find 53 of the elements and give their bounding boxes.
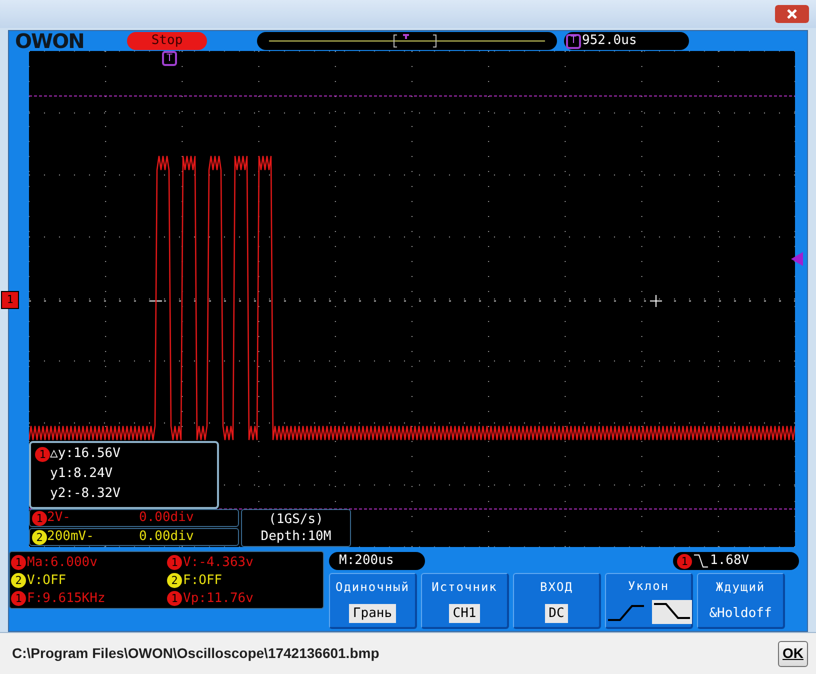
channel-badge: 2 (167, 572, 182, 588)
channel-badge: 2 (11, 572, 26, 588)
cursor-reading: y1:8.24V (49, 465, 114, 483)
channel-badge: 1 (167, 590, 182, 606)
sample-rate: (1GS/s) (268, 511, 324, 528)
menu-value: CH1 (448, 604, 480, 624)
timebase-pill: M:200us (329, 552, 425, 570)
menu-button[interactable]: Источник CH1 (421, 573, 509, 629)
falling-slope-icon[interactable] (652, 600, 692, 624)
trigger-position-marker: T (162, 51, 177, 66)
channel-badge: 1 (11, 590, 26, 606)
channel-badge: 2 (32, 530, 47, 544)
channel-badge: 1 (11, 554, 26, 570)
memory-depth: Depth:10M (260, 528, 332, 545)
menu-label: Ждущий (716, 578, 766, 596)
run-state-indicator: Stop (127, 32, 207, 50)
ok-button[interactable]: OK (778, 640, 808, 666)
menu-button[interactable]: Уклон (605, 573, 693, 629)
file-path: C:\Program Files\OWON\Oscilloscope\1742136601.bmp (12, 644, 380, 663)
menu-label: Одиночный (335, 578, 410, 596)
channel-scale: 2V- (47, 509, 72, 528)
falling-edge-icon (694, 554, 708, 568)
menu-label: Источник (432, 578, 498, 596)
measurement-value: Ma:6.000v (27, 554, 98, 570)
cursor-reading: △y:16.56V (50, 445, 120, 463)
menu-label: Уклон (628, 578, 670, 595)
channel-scale: 200mV- (47, 528, 95, 546)
channel-badge: 1 (677, 554, 692, 568)
channel-badge: 1 (35, 446, 50, 462)
channel-badge: 1 (167, 554, 182, 570)
menu-label: ВХОД (540, 578, 573, 596)
menu-value: DC (544, 604, 568, 624)
menu-button[interactable]: ВХОД DC (513, 573, 601, 629)
menu-value: &Holdoff (709, 604, 772, 623)
menu-button[interactable]: Одиночный Грань (329, 573, 417, 629)
measurement-value: F:OFF (183, 572, 222, 588)
menu-value: Грань (348, 604, 396, 624)
close-icon[interactable] (775, 5, 809, 23)
menu-button[interactable]: Ждущий &Holdoff (697, 573, 785, 629)
channel-badge: 1 (32, 510, 47, 526)
trigger-marker: T (566, 34, 581, 48)
trigger-level-icon (791, 252, 803, 266)
channel-marker: 1 (1, 291, 19, 309)
measurement-value: F:9.615KHz (27, 590, 106, 606)
channel-offset: 0.00div (139, 528, 194, 546)
cursor-reading: y2:-8.32V (49, 485, 122, 503)
trigger-level: 1.68V (710, 552, 750, 570)
logo: OWON (15, 31, 85, 51)
measurement-value: V:-4.363v (183, 554, 254, 570)
measurement-value: V:OFF (27, 572, 66, 588)
channel-offset: 0.00div (139, 509, 194, 528)
measurement-value: Vp:11.76v (183, 590, 254, 606)
trigger-time: 952.0us (582, 32, 637, 50)
